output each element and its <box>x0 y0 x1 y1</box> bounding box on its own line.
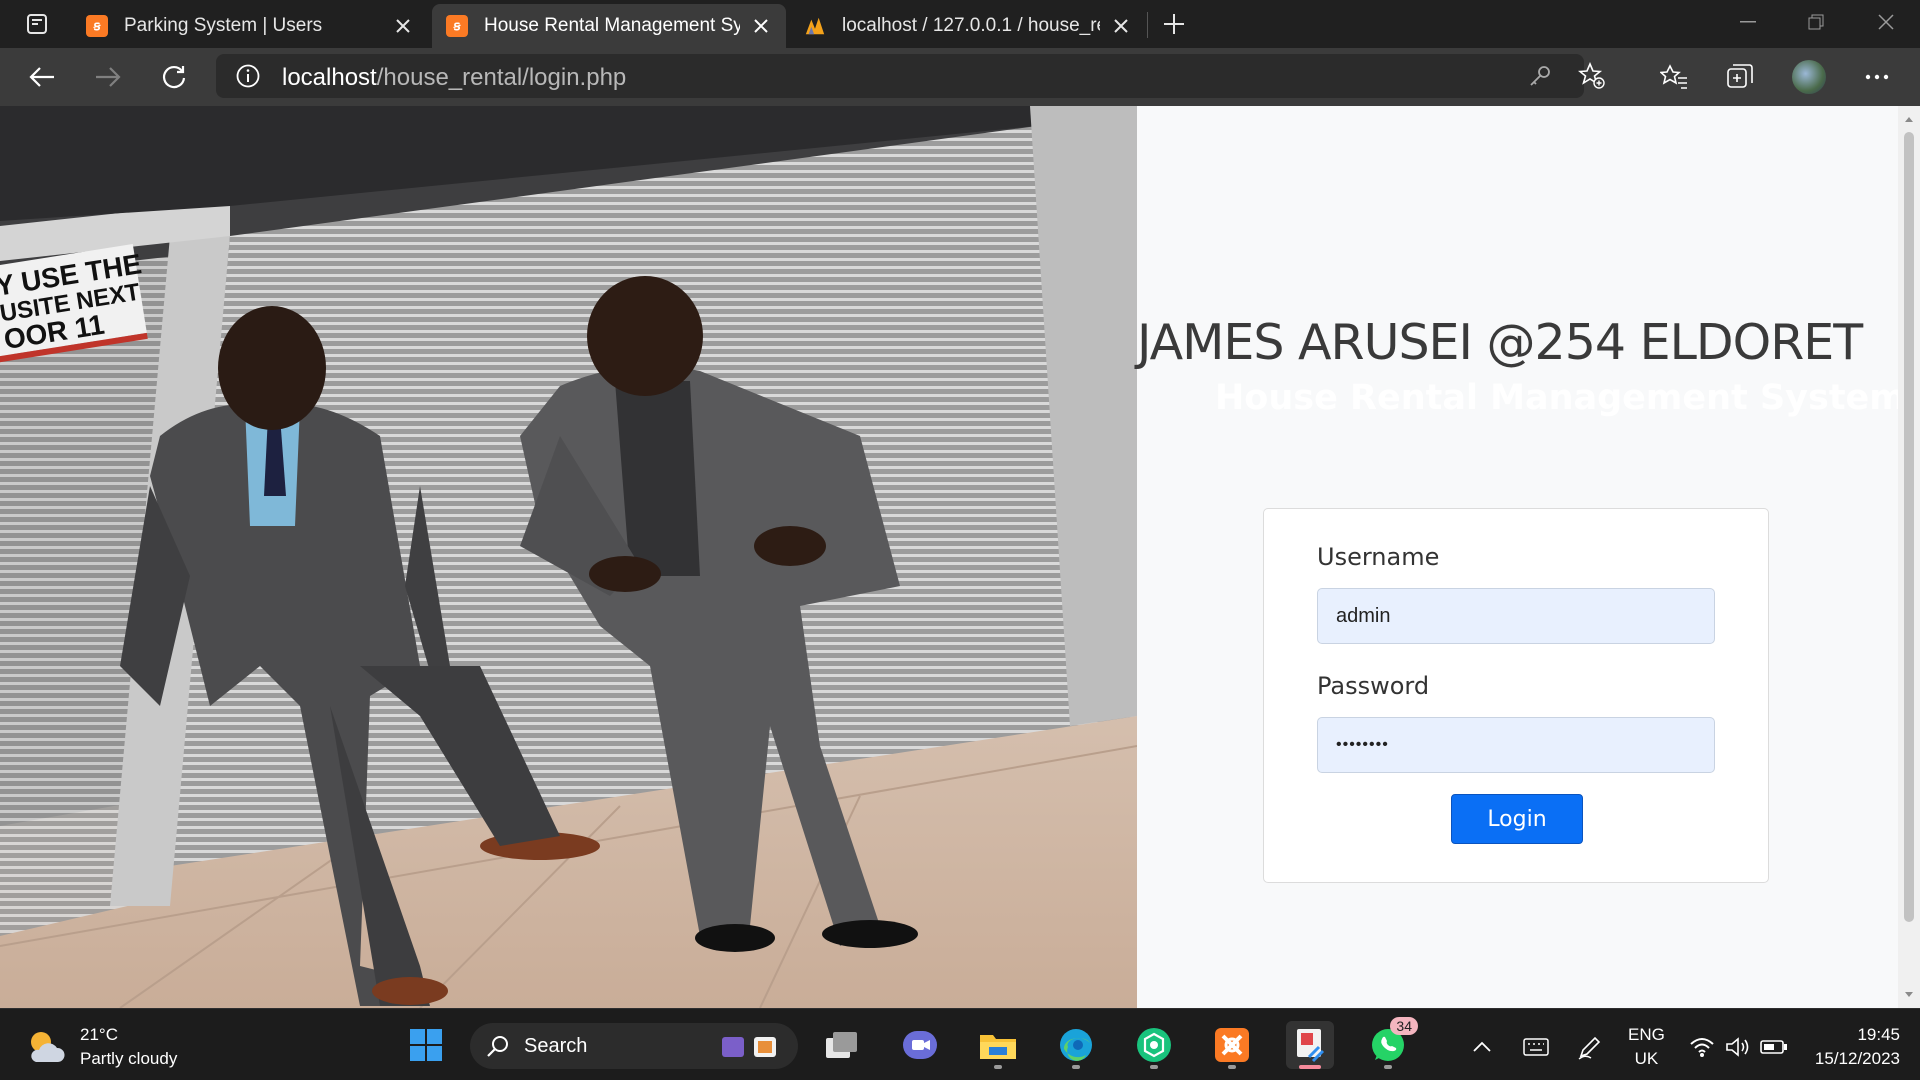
running-indicator <box>1299 1065 1321 1069</box>
brand-heading: JAMES ARUSEI @254 ELDORET <box>1137 314 1863 371</box>
login-card: Username admin Password •••••••• Login <box>1263 508 1769 883</box>
clock-time: 19:45 <box>1857 1025 1900 1044</box>
partly-cloudy-icon <box>31 1032 65 1062</box>
teams-chat-icon[interactable] <box>896 1021 944 1069</box>
tab-title: House Rental Management Syste <box>484 15 740 36</box>
clock-date: 15/12/2023 <box>1814 1049 1900 1068</box>
edge-browser-icon[interactable] <box>1052 1021 1100 1069</box>
more-options-icon[interactable] <box>1860 60 1894 94</box>
tab-house-rental[interactable]: ꞩ House Rental Management Syste <box>432 4 786 48</box>
login-pane: JAMES ARUSEI @254 ELDORET House Rental M… <box>1137 106 1906 1008</box>
close-window-icon[interactable] <box>1852 0 1920 44</box>
url-host: localhost <box>282 64 377 91</box>
forward-icon[interactable] <box>88 58 128 96</box>
scrollbar-thumb[interactable] <box>1904 132 1914 922</box>
site-info-icon[interactable] <box>236 64 260 88</box>
weather-widget[interactable]: 21°C Partly cloudy <box>26 1023 177 1071</box>
keyboard-icon[interactable] <box>1522 1033 1550 1061</box>
password-input[interactable]: •••••••• <box>1317 717 1715 773</box>
lang-region: UK <box>1634 1049 1659 1068</box>
search-highlights-icon <box>722 1037 776 1057</box>
username-label: Username <box>1317 543 1440 571</box>
tab-title: localhost / 127.0.0.1 / house_ren <box>842 15 1100 36</box>
search-label: Search <box>524 1034 588 1057</box>
system-clock[interactable]: 19:45 15/12/2023 <box>1808 1023 1900 1071</box>
running-indicator <box>1072 1065 1080 1069</box>
show-hidden-icons-icon[interactable] <box>1468 1033 1496 1061</box>
url-path: /house_rental/login.php <box>376 64 627 91</box>
favorites-icon[interactable] <box>1657 60 1691 94</box>
url-text: localhost/house_rental/login.php <box>282 64 626 92</box>
profile-avatar[interactable] <box>1792 60 1826 94</box>
login-button[interactable]: Login <box>1451 794 1583 844</box>
weather-desc: Partly cloudy <box>80 1049 178 1068</box>
close-tab-icon[interactable] <box>1110 15 1132 37</box>
scroll-down-icon[interactable] <box>1904 990 1914 1000</box>
key-icon[interactable] <box>1526 62 1554 90</box>
refresh-icon[interactable] <box>154 58 194 96</box>
collections-icon[interactable] <box>1723 60 1757 94</box>
browser-toolbar: localhost/house_rental/login.php <box>0 48 1920 106</box>
phpmyadmin-favicon-icon <box>804 15 826 37</box>
tab-strip: ꞩ Parking System | Users ꞩ House Rental … <box>0 0 1920 48</box>
back-icon[interactable] <box>22 58 62 96</box>
chatgpt-icon[interactable] <box>1130 1021 1178 1069</box>
xampp-favicon-icon: ꞩ <box>446 15 468 37</box>
xampp-icon[interactable] <box>1208 1021 1256 1069</box>
language-indicator[interactable]: ENG UK <box>1628 1023 1665 1071</box>
page-scrollbar[interactable] <box>1898 106 1920 1008</box>
taskbar-search[interactable]: Search <box>470 1023 798 1069</box>
new-tab-icon[interactable] <box>1158 8 1190 40</box>
snipping-tool-icon[interactable] <box>1286 1021 1334 1069</box>
tab-actions-icon[interactable] <box>14 10 60 38</box>
weather-temp: 21°C <box>80 1025 118 1044</box>
minimize-icon[interactable] <box>1714 0 1782 44</box>
battery-icon[interactable] <box>1760 1033 1788 1061</box>
windows-taskbar: 21°C Partly cloudy Search 34 ENG UK 19:4… <box>0 1008 1920 1080</box>
background-photo: Y USE THE USITE NEXT OOR 11 <box>0 106 1137 1008</box>
lang-code: ENG <box>1628 1025 1665 1044</box>
running-indicator <box>1384 1065 1392 1069</box>
add-favorite-icon[interactable] <box>1578 62 1606 90</box>
whatsapp-icon[interactable]: 34 <box>1364 1017 1418 1069</box>
tab-parking-system[interactable]: ꞩ Parking System | Users <box>72 4 428 48</box>
restore-icon[interactable] <box>1782 0 1850 44</box>
wifi-icon[interactable] <box>1688 1033 1716 1061</box>
notification-badge: 34 <box>1390 1017 1418 1035</box>
start-button[interactable] <box>402 1021 450 1069</box>
password-label: Password <box>1317 672 1430 700</box>
system-subtitle: House Rental Management System <box>1215 378 1906 418</box>
scroll-up-icon[interactable] <box>1904 114 1914 124</box>
tab-phpmyadmin[interactable]: localhost / 127.0.0.1 / house_ren <box>790 4 1146 48</box>
close-tab-icon[interactable] <box>392 15 414 37</box>
file-explorer-icon[interactable] <box>974 1021 1022 1069</box>
volume-icon[interactable] <box>1724 1033 1752 1061</box>
close-tab-icon[interactable] <box>750 15 772 37</box>
tab-title: Parking System | Users <box>124 15 323 36</box>
running-indicator <box>1150 1065 1158 1069</box>
tab-separator <box>1147 12 1148 38</box>
task-view-icon[interactable] <box>818 1021 866 1069</box>
search-icon <box>487 1036 508 1057</box>
username-input[interactable]: admin <box>1317 588 1715 644</box>
running-indicator <box>1228 1065 1236 1069</box>
address-bar[interactable]: localhost/house_rental/login.php <box>216 54 1605 98</box>
running-indicator <box>994 1065 1002 1069</box>
xampp-favicon-icon: ꞩ <box>86 15 108 37</box>
page-viewport: Y USE THE USITE NEXT OOR 11 JAMES ARUSEI… <box>0 106 1920 1008</box>
pen-icon[interactable] <box>1576 1033 1604 1061</box>
